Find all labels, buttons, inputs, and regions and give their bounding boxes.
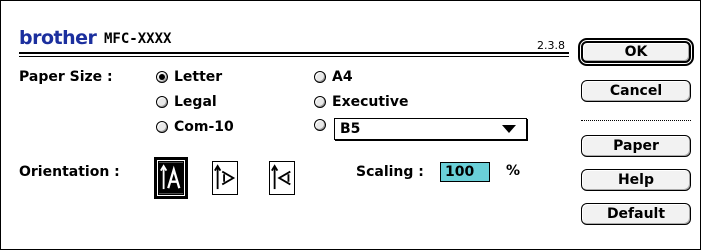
radio-button-icon bbox=[314, 96, 326, 108]
orientation-landscape-right[interactable] bbox=[212, 161, 238, 195]
paper-size-select[interactable]: B5 bbox=[334, 118, 527, 140]
paper-size-label: Paper Size : bbox=[19, 69, 113, 85]
header-divider-thin bbox=[19, 56, 569, 57]
radio-letter-label: Letter bbox=[174, 69, 223, 85]
orientation-label: Orientation : bbox=[19, 164, 120, 180]
radio-button-icon bbox=[156, 96, 168, 108]
scaling-label: Scaling : bbox=[356, 164, 424, 180]
radio-custom-size[interactable] bbox=[314, 119, 326, 131]
radio-button-icon bbox=[314, 119, 326, 131]
radio-button-icon bbox=[314, 71, 326, 83]
radio-button-icon bbox=[156, 121, 168, 133]
radio-a4[interactable]: A4 bbox=[314, 69, 353, 85]
landscape-right-orientation-icon bbox=[214, 164, 236, 190]
model-name: MFC-XXXX bbox=[104, 31, 172, 47]
radio-a4-label: A4 bbox=[332, 69, 353, 85]
ok-button[interactable]: OK bbox=[578, 38, 694, 66]
radio-legal-label: Legal bbox=[174, 94, 217, 110]
cancel-button[interactable]: Cancel bbox=[581, 80, 691, 102]
scaling-input[interactable]: 100 bbox=[440, 162, 490, 182]
orientation-landscape-left[interactable] bbox=[269, 161, 295, 195]
brand-logo: brother bbox=[19, 27, 97, 49]
radio-button-icon bbox=[156, 71, 168, 83]
scaling-unit: % bbox=[506, 163, 521, 179]
radio-executive-label: Executive bbox=[332, 94, 409, 110]
header-divider bbox=[19, 52, 569, 54]
orientation-portrait[interactable] bbox=[154, 157, 188, 199]
radio-legal[interactable]: Legal bbox=[156, 94, 217, 110]
page-setup-dialog: brother MFC-XXXX 2.3.8 Paper Size : Lett… bbox=[0, 0, 701, 250]
paper-button[interactable]: Paper bbox=[581, 135, 691, 157]
version-label: 2.3.8 bbox=[537, 39, 565, 52]
button-separator bbox=[581, 120, 691, 121]
radio-com10[interactable]: Com-10 bbox=[156, 119, 234, 135]
radio-letter[interactable]: Letter bbox=[156, 69, 222, 85]
chevron-down-icon bbox=[502, 125, 516, 133]
radio-executive[interactable]: Executive bbox=[314, 94, 408, 110]
radio-com10-label: Com-10 bbox=[174, 119, 234, 135]
default-button[interactable]: Default bbox=[581, 203, 691, 225]
landscape-left-orientation-icon bbox=[271, 164, 291, 190]
portrait-orientation-icon bbox=[159, 162, 183, 194]
paper-size-select-value: B5 bbox=[340, 121, 361, 137]
help-button[interactable]: Help bbox=[581, 169, 691, 191]
